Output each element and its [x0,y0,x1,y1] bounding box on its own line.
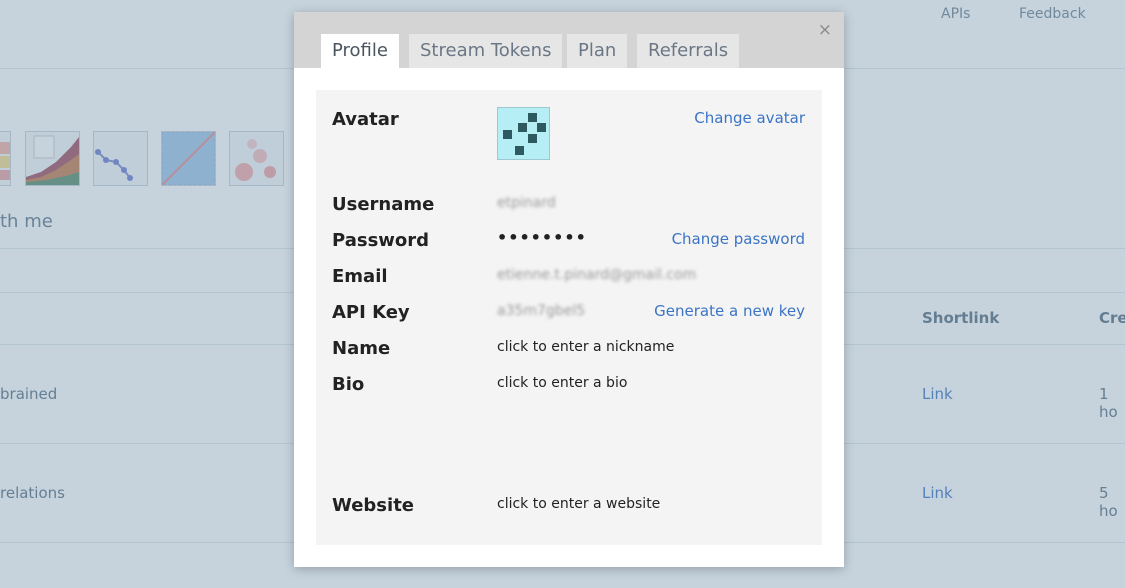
profile-panel: Avatar Change avatar Username etpinard P… [316,90,822,545]
avatar[interactable] [497,107,550,160]
tab-stream-tokens[interactable]: Stream Tokens [409,34,563,68]
username-value: etpinard [497,195,556,211]
close-icon[interactable]: × [818,20,832,40]
website-field[interactable]: click to enter a website [497,496,660,512]
bio-field[interactable]: click to enter a bio [497,375,627,391]
username-label: Username [332,194,435,215]
api-key-label: API Key [332,302,410,323]
change-avatar-link[interactable]: Change avatar [694,109,805,127]
bio-label: Bio [332,374,365,395]
email-value: etienne.t.pinard@gmail.com [497,267,697,283]
avatar-label: Avatar [332,109,399,130]
name-field[interactable]: click to enter a nickname [497,339,674,355]
password-label: Password [332,230,430,251]
settings-modal: Profile Stream Tokens Plan Referrals × A… [294,12,844,567]
tab-plan[interactable]: Plan [567,34,628,68]
generate-key-link[interactable]: Generate a new key [654,302,805,320]
email-label: Email [332,266,388,287]
tab-profile[interactable]: Profile [321,34,399,68]
website-label: Website [332,495,415,516]
tab-referrals[interactable]: Referrals [637,34,740,68]
name-label: Name [332,338,391,359]
change-password-link[interactable]: Change password [672,230,805,248]
api-key-value: a35m7gbel5 [497,303,586,319]
modal-tab-bar: Profile Stream Tokens Plan Referrals × [294,12,844,68]
password-value: •••••••• [497,228,587,247]
